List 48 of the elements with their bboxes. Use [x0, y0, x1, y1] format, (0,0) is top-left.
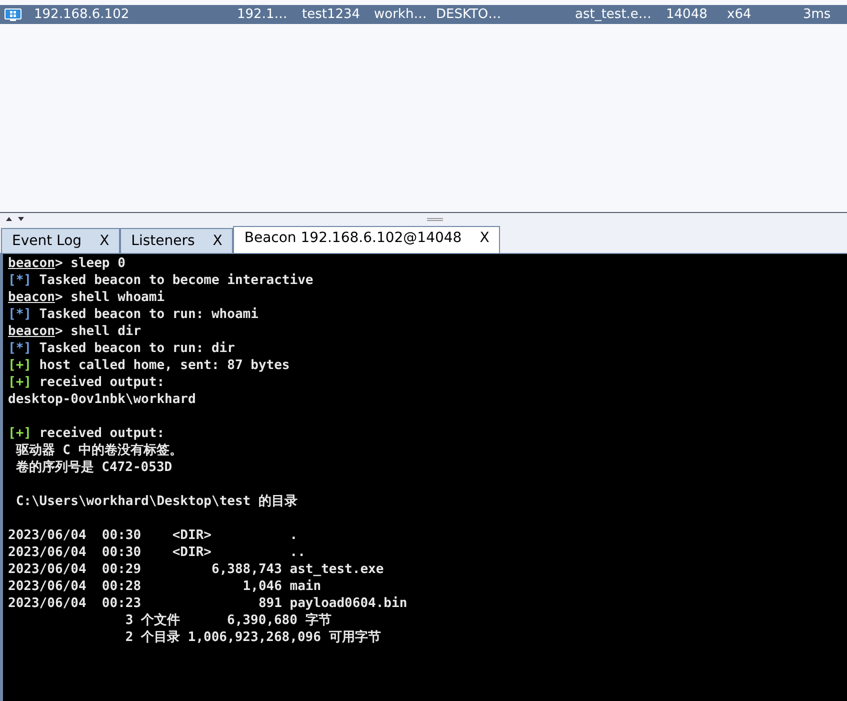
status-marker: [+]	[8, 357, 32, 374]
status-marker: [*]	[8, 306, 32, 323]
close-tab-button[interactable]: X	[212, 230, 222, 252]
session-row[interactable]: 192.168.6.102 192.1… test1234 workh… DESKTO… ast_test.e… 14048 x64 3ms	[0, 5, 847, 24]
status-marker: [+]	[8, 374, 32, 391]
table-cell-text: 3ms	[803, 6, 832, 24]
output-line: 驱动器 C 中的卷没有标签。	[14, 442, 182, 459]
windows-monitor-icon	[4, 8, 22, 22]
table-cell-text: 192.168.6.102	[34, 6, 130, 24]
output-line: 2023/06/04 00:28 1,046 main	[8, 578, 322, 595]
command-text: > shell dir	[54, 324, 142, 339]
output-line: C:\Users\workhard\Desktop\test 的目录	[14, 493, 298, 510]
table-cell-text: x64	[727, 6, 752, 24]
log-message: Tasked beacon to become interactive	[39, 272, 314, 289]
collapse-arrows-icon[interactable]	[4, 216, 24, 222]
table-cell-text: 14048	[666, 6, 708, 24]
output-line: 2 个目录 1,006,923,268,096 可用字节	[124, 629, 381, 646]
prompt-label: beacon	[8, 290, 55, 305]
log-message: Tasked beacon to run: whoami	[39, 306, 258, 323]
log-message: host called home, sent: 87 bytes	[39, 357, 290, 374]
status-marker: [*]	[8, 340, 32, 357]
output-line: 3 个文件 6,390,680 字节	[124, 612, 332, 629]
output-line: desktop-0ov1nbk\workhard	[8, 391, 196, 408]
command-text: > sleep 0	[54, 256, 126, 271]
close-tab-button[interactable]: X	[100, 230, 110, 252]
splitter-grip-icon[interactable]	[427, 218, 443, 220]
table-cell-text: ast_test.e…	[575, 6, 652, 24]
output-line: 2023/06/04 00:29 6,388,743 ast_test.exe	[8, 561, 384, 578]
log-message: received output:	[39, 425, 165, 442]
status-marker: [+]	[8, 425, 32, 442]
status-marker: [*]	[8, 272, 32, 289]
prompt-label: beacon	[8, 256, 55, 271]
table-cell-text: 192.1…	[237, 6, 288, 24]
output-line: 卷的序列号是 C472-053D	[14, 459, 172, 476]
tab[interactable]: Listeners X	[120, 228, 234, 253]
table-cell-text: test1234	[302, 6, 362, 24]
output-line: 2023/06/04 00:30 <DIR> ..	[8, 544, 306, 561]
output-line: 2023/06/04 00:30 <DIR> .	[8, 527, 298, 544]
tab[interactable]: Beacon 192.168.6.102@14048 X	[233, 226, 500, 253]
log-message: received output:	[39, 374, 165, 391]
log-message: Tasked beacon to run: dir	[39, 340, 235, 357]
table-cell-text: DESKTO…	[436, 6, 502, 24]
close-tab-button[interactable]: X	[480, 228, 490, 249]
output-line: 2023/06/04 00:23 891 payload0604.bin	[8, 595, 408, 612]
table-cell-text: workh…	[374, 6, 428, 24]
command-text: > shell whoami	[54, 290, 165, 305]
prompt-label: beacon	[8, 324, 55, 339]
tab[interactable]: Event Log X	[1, 228, 120, 253]
